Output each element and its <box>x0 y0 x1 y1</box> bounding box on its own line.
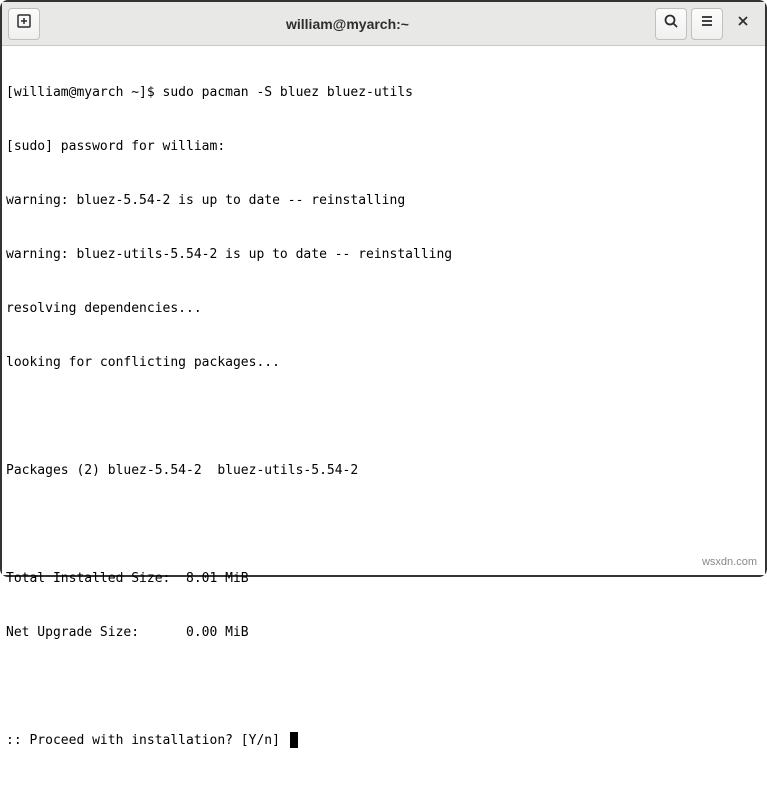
terminal-line <box>6 678 761 696</box>
terminal-area[interactable]: [william@myarch ~]$ sudo pacman -S bluez… <box>2 46 765 575</box>
terminal-prompt-text: :: Proceed with installation? [Y/n] <box>6 733 288 748</box>
terminal-line: Total Installed Size: 8.01 MiB <box>6 570 761 588</box>
titlebar: william@myarch:~ <box>2 2 765 46</box>
new-tab-icon <box>16 13 32 34</box>
terminal-line <box>6 516 761 534</box>
terminal-cursor <box>290 732 298 748</box>
terminal-line: warning: bluez-5.54-2 is up to date -- r… <box>6 192 761 210</box>
terminal-prompt-line: :: Proceed with installation? [Y/n] <box>6 732 761 750</box>
terminal-line: Net Upgrade Size: 0.00 MiB <box>6 624 761 642</box>
search-button[interactable] <box>655 8 687 40</box>
titlebar-left-group <box>8 8 40 40</box>
titlebar-right-group <box>655 8 759 40</box>
close-button[interactable] <box>727 8 759 40</box>
terminal-line <box>6 408 761 426</box>
search-icon <box>663 13 679 34</box>
hamburger-icon <box>699 13 715 34</box>
terminal-line: warning: bluez-utils-5.54-2 is up to dat… <box>6 246 761 264</box>
terminal-line: [sudo] password for william: <box>6 138 761 156</box>
terminal-line: resolving dependencies... <box>6 300 761 318</box>
terminal-line: [william@myarch ~]$ sudo pacman -S bluez… <box>6 84 761 102</box>
terminal-line: looking for conflicting packages... <box>6 354 761 372</box>
terminal-line: Packages (2) bluez-5.54-2 bluez-utils-5.… <box>6 462 761 480</box>
new-tab-button[interactable] <box>8 8 40 40</box>
window-title: william@myarch:~ <box>44 16 651 32</box>
menu-button[interactable] <box>691 8 723 40</box>
watermark: wsxdn.com <box>702 553 757 571</box>
close-icon <box>735 13 751 34</box>
